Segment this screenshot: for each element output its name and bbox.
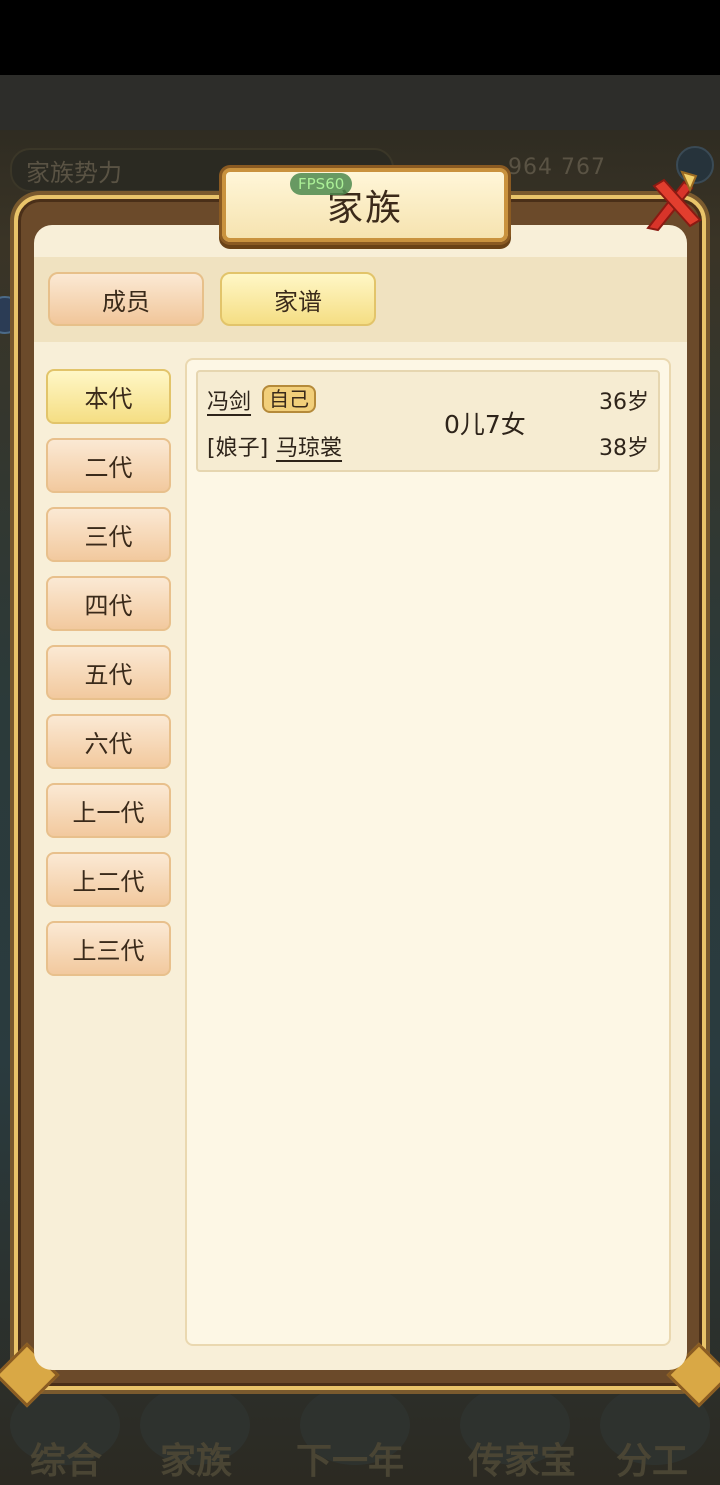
background-tab-general: 综合 — [30, 1441, 103, 1482]
children-count: 0儿7女 — [444, 410, 526, 439]
background-power-label: 家族势力 — [26, 159, 122, 187]
gen-button-prev-3[interactable]: 上三代 — [46, 921, 171, 976]
background-resources: 964 767 — [508, 155, 606, 180]
background-tab-family: 家族 — [160, 1441, 233, 1482]
tab-family-tree[interactable]: 家谱 — [220, 272, 376, 326]
gen-button-current[interactable]: 本代 — [46, 369, 171, 424]
gen-button-2[interactable]: 二代 — [46, 438, 171, 493]
spouse-prefix: [娘子] — [207, 436, 269, 461]
gen-button-prev-2[interactable]: 上二代 — [46, 852, 171, 907]
background-tab-division: 分工 — [616, 1441, 689, 1482]
family-tree-content — [185, 358, 671, 1346]
gen-button-5[interactable]: 五代 — [46, 645, 171, 700]
gen-button-label: 二代 — [84, 454, 133, 482]
background-tab-heirloom: 传家宝 — [468, 1441, 577, 1482]
tab-members[interactable]: 成员 — [48, 272, 204, 326]
gen-button-6[interactable]: 六代 — [46, 714, 171, 769]
tab-family-tree-label: 家谱 — [274, 287, 322, 316]
member-age: 36岁 — [599, 390, 649, 415]
gen-button-label: 上一代 — [72, 799, 145, 827]
close-button[interactable] — [640, 168, 704, 234]
gen-button-prev-1[interactable]: 上一代 — [46, 783, 171, 838]
gen-button-label: 本代 — [84, 385, 133, 413]
gen-button-4[interactable]: 四代 — [46, 576, 171, 631]
background-tab-next-year: 下一年 — [296, 1441, 405, 1482]
background-top-bar — [0, 75, 720, 130]
self-tag: 自己 — [262, 385, 316, 413]
gen-button-label: 上二代 — [72, 868, 145, 896]
gen-button-label: 六代 — [84, 730, 133, 758]
gen-button-label: 三代 — [84, 523, 133, 551]
gen-button-label: 五代 — [84, 661, 133, 689]
member-name-link[interactable]: 冯剑 — [207, 384, 251, 416]
spouse-name-link[interactable]: 马琼裳 — [276, 430, 342, 462]
gen-button-3[interactable]: 三代 — [46, 507, 171, 562]
close-icon — [646, 170, 702, 232]
tab-members-label: 成员 — [102, 287, 150, 316]
dialog-title-plaque: 家族 — [222, 168, 508, 242]
gen-button-label: 上三代 — [72, 937, 145, 965]
spouse-age: 38岁 — [599, 436, 649, 461]
gen-button-label: 四代 — [84, 592, 133, 620]
fps-badge: FPS60 — [290, 173, 353, 195]
